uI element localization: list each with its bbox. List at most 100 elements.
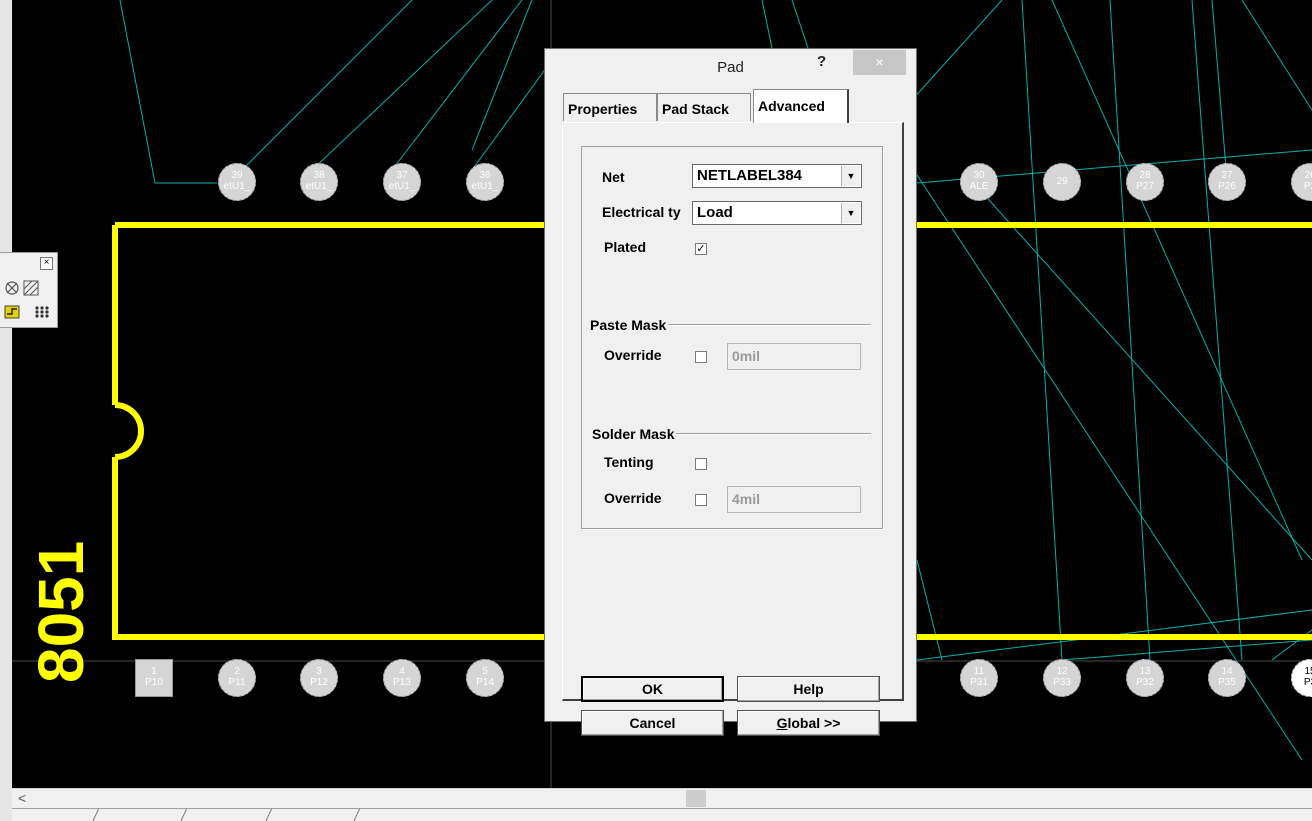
chevron-down-icon[interactable] xyxy=(841,203,860,223)
pad-net: P14 xyxy=(476,677,494,688)
tab-pad-stack[interactable]: Pad Stack xyxy=(657,93,751,121)
sheet-tab[interactable] xyxy=(91,809,188,821)
pad-number: 26 xyxy=(1304,170,1312,181)
pad-net: P2 xyxy=(1303,181,1312,192)
pad-net: etU1_ xyxy=(305,181,333,192)
pad-net: P12 xyxy=(310,677,328,688)
tab-properties[interactable]: Properties xyxy=(563,93,657,121)
pad-net: P11 xyxy=(228,677,246,688)
paste-override-field[interactable]: 0mil xyxy=(727,343,861,370)
hatch-fill-icon[interactable] xyxy=(22,279,40,297)
dialog-titlebar[interactable]: Pad ? × xyxy=(545,49,916,86)
pad[interactable]: 4 P13 xyxy=(383,659,421,697)
pin1-notch xyxy=(114,402,144,460)
electrical-type-label: Electrical ty xyxy=(602,204,681,220)
electrical-type-value: Load xyxy=(697,204,733,221)
component-ref-label: 8051 xyxy=(5,533,101,683)
pad-number: 14 xyxy=(1221,666,1233,677)
plated-checkbox[interactable]: ✓ xyxy=(695,243,707,255)
net-label: Net xyxy=(602,169,625,185)
pad-net: etU1_ xyxy=(223,181,251,192)
pad[interactable]: 37 etU1_ xyxy=(383,163,421,201)
pad-net: P3 xyxy=(1303,677,1312,688)
pad-number: 39 xyxy=(231,170,243,181)
copper-pour-icon[interactable] xyxy=(3,303,21,321)
solder-override-label: Override xyxy=(604,490,662,506)
pad[interactable]: 36 etU1_ xyxy=(466,163,504,201)
pad-net: P10 xyxy=(145,677,163,688)
global-button-mnemonic: G xyxy=(776,715,788,731)
pad[interactable]: 28 P27 xyxy=(1126,163,1164,201)
plated-label: Plated xyxy=(604,239,647,255)
scroll-left-arrow[interactable]: < xyxy=(18,790,26,806)
pad-number: 30 xyxy=(973,170,985,181)
pad-number: 11 xyxy=(973,666,985,677)
solder-override-field[interactable]: 4mil xyxy=(727,486,861,513)
pad-net: P33 xyxy=(1053,677,1071,688)
tab-advanced[interactable]: Advanced xyxy=(753,89,849,123)
pad-net: etU1_ xyxy=(471,181,499,192)
floating-toolbox: × xyxy=(0,252,58,328)
electrical-type-combo[interactable]: Load xyxy=(692,201,862,225)
help-button[interactable]: Help xyxy=(737,676,880,702)
pad-number: 12 xyxy=(1056,666,1068,677)
tenting-label: Tenting xyxy=(604,454,654,470)
scrollbar-thumb[interactable] xyxy=(686,790,706,807)
pad-number: 2 xyxy=(234,666,240,677)
pad-number: 37 xyxy=(396,170,408,181)
sheet-tab[interactable] xyxy=(179,809,273,821)
pad-number: 36 xyxy=(479,170,491,181)
pad[interactable]: 11 P31 xyxy=(960,659,998,697)
context-help-button[interactable]: ? xyxy=(817,53,826,70)
horizontal-scrollbar[interactable]: < xyxy=(12,788,1312,809)
sheet-tab[interactable] xyxy=(352,809,447,821)
pad-net: P27 xyxy=(1136,181,1154,192)
pad-net: P26 xyxy=(1218,181,1236,192)
pad-array-icon[interactable] xyxy=(33,303,51,321)
component-ref-text: 8051 xyxy=(25,541,97,683)
pad-number: 3 xyxy=(316,666,322,677)
pad[interactable]: 5 P14 xyxy=(466,659,504,697)
solder-mask-title: Solder Mask xyxy=(592,426,677,442)
dialog-close-button[interactable]: × xyxy=(853,50,906,75)
chevron-down-icon[interactable] xyxy=(841,166,860,186)
pad[interactable]: 13 P32 xyxy=(1126,659,1164,697)
pad-number: 5 xyxy=(482,666,488,677)
advanced-group-box: Net NETLABEL384 Electrical ty Load Plate… xyxy=(581,146,883,529)
global-button-label: lobal >> xyxy=(787,715,841,731)
sheet-tab[interactable] xyxy=(264,809,361,821)
paste-override-checkbox[interactable] xyxy=(695,351,707,363)
pad[interactable]: 38 etU1_ xyxy=(300,163,338,201)
pad-net: P13 xyxy=(393,677,411,688)
pad-number: 38 xyxy=(313,170,325,181)
no-connect-icon[interactable] xyxy=(3,279,21,297)
advanced-tab-panel: Net NETLABEL384 Electrical ty Load Plate… xyxy=(562,122,904,736)
solder-override-checkbox[interactable] xyxy=(695,494,707,506)
ok-button[interactable]: OK xyxy=(581,676,724,702)
pad-number: 4 xyxy=(399,666,405,677)
pad[interactable]: 29 xyxy=(1043,163,1081,201)
pad[interactable]: 30 ALE xyxy=(960,163,998,201)
pad[interactable]: 2 P11 xyxy=(218,659,256,697)
pcb-editor-window: 8051 39 etU1_ 38 etU1_ 37 etU1_ 36 etU1_ 30 A… xyxy=(0,0,1312,821)
global-button[interactable]: Global >> xyxy=(737,710,880,736)
sheet-tab-strip xyxy=(12,808,1312,821)
pad-number: 28 xyxy=(1139,170,1151,181)
toolbox-close-button[interactable]: × xyxy=(40,257,53,270)
pad[interactable]: 14 P35 xyxy=(1208,659,1246,697)
pad-net: ALE xyxy=(969,181,989,192)
cancel-button[interactable]: Cancel xyxy=(581,710,724,736)
pad-number: 27 xyxy=(1221,170,1233,181)
net-combo[interactable]: NETLABEL384 xyxy=(692,164,862,188)
pad[interactable]: 27 P26 xyxy=(1208,163,1246,201)
net-combo-value: NETLABEL384 xyxy=(697,167,803,184)
pad[interactable]: 39 etU1_ xyxy=(218,163,256,201)
pad-net: P32 xyxy=(1136,677,1154,688)
pad[interactable]: 3 P12 xyxy=(300,659,338,697)
pad-number: 13 xyxy=(1139,666,1151,677)
pad-number: 29 xyxy=(1056,176,1068,187)
pad-square[interactable]: 1 P10 xyxy=(135,659,173,697)
pad[interactable]: 12 P33 xyxy=(1043,659,1081,697)
tenting-checkbox[interactable] xyxy=(695,458,707,470)
pad-net: P35 xyxy=(1218,677,1236,688)
